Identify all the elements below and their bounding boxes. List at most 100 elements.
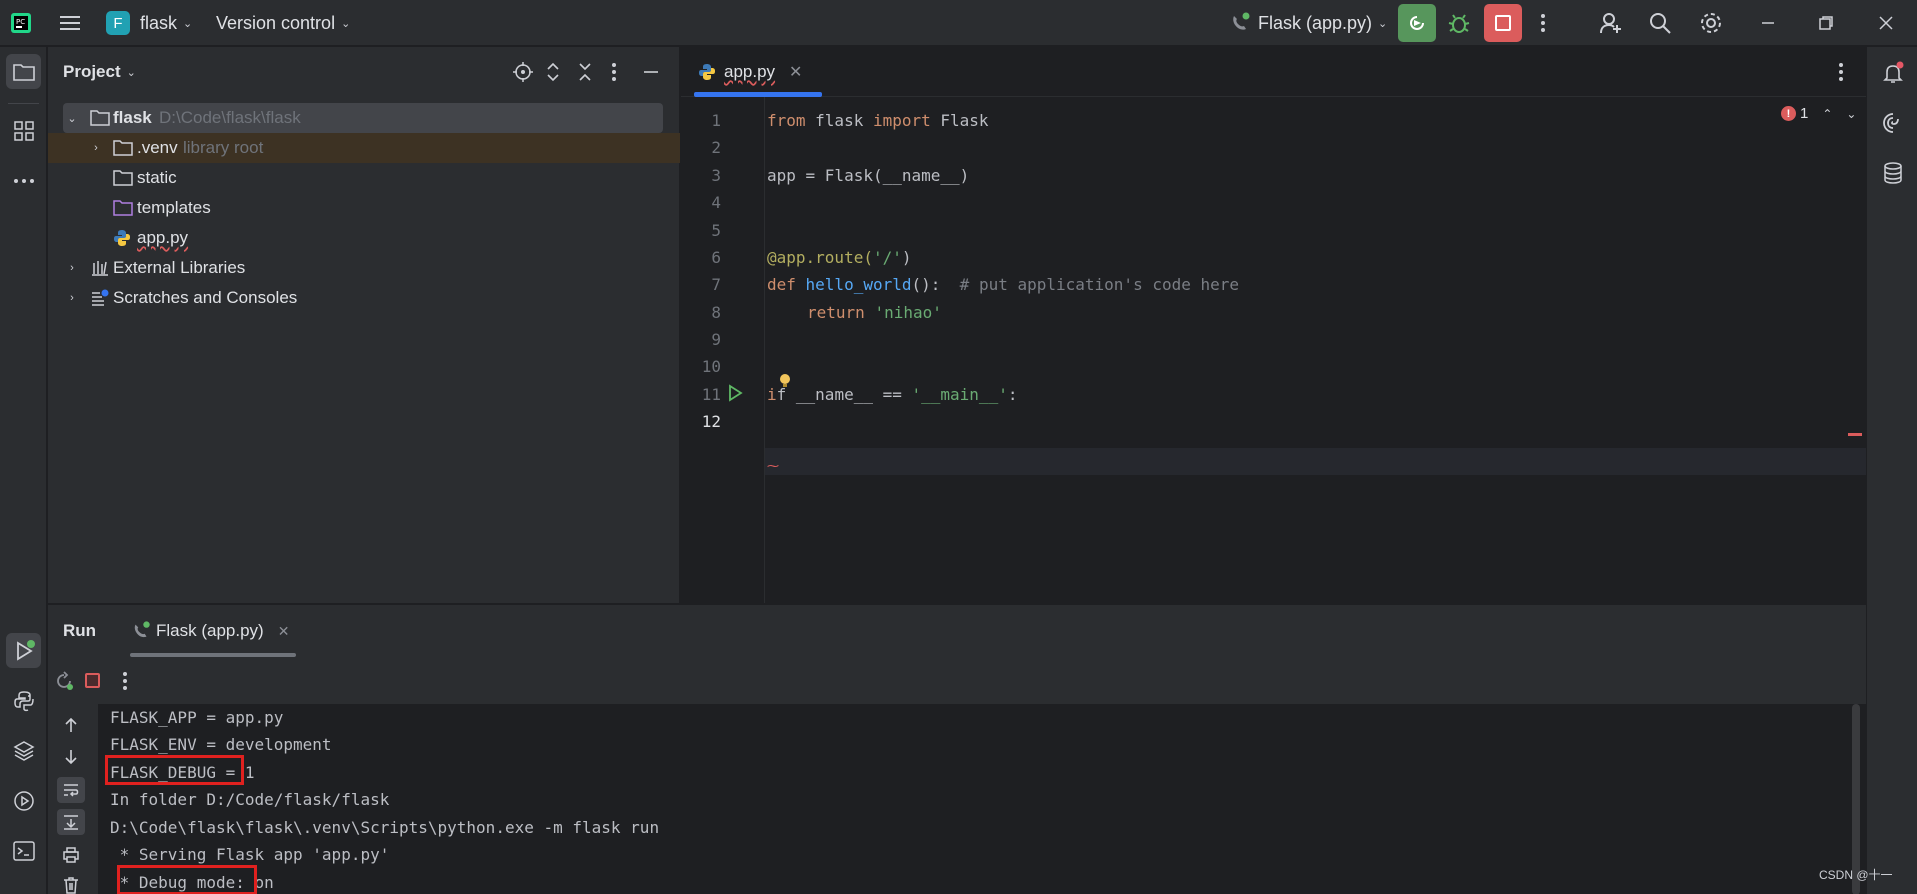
next-problem-icon[interactable]: ⌄ [1846, 107, 1856, 121]
tree-item-venv[interactable]: › .venv library root [48, 133, 680, 163]
locate-file-icon[interactable] [512, 61, 534, 88]
tree-item-flask[interactable]: ⌄ flask D:\Code\flask\flask [48, 103, 680, 133]
code-line-1[interactable]: from flask import Flask [767, 111, 989, 130]
close-window-icon[interactable] [1878, 0, 1894, 46]
tree-item-external-libraries[interactable]: › External Libraries [48, 253, 680, 283]
debug-button[interactable] [1446, 0, 1472, 46]
minimize-icon[interactable] [1760, 0, 1776, 46]
tab-options-icon[interactable] [1836, 61, 1846, 88]
project-switcher[interactable]: F flask ⌄ [106, 0, 192, 46]
vcs-label: Version control [216, 12, 336, 33]
right-tool-stripe [1866, 47, 1917, 894]
chevron-down-icon: ⌄ [341, 17, 351, 30]
settings-gear-icon[interactable] [1698, 0, 1724, 46]
chevron-right-icon[interactable]: › [64, 292, 80, 304]
run-panel-header: Run Flask (app.py) ✕ [48, 605, 1866, 657]
line-number: 10 [701, 357, 721, 376]
database-icon[interactable] [1875, 155, 1910, 190]
run-tab-flask[interactable]: Flask (app.py) ✕ [130, 605, 289, 657]
project-badge: F [106, 11, 130, 35]
code-token: from [767, 111, 806, 130]
console-line: FLASK_ENV = development [110, 735, 332, 754]
tree-item-scratches[interactable]: › Scratches and Consoles [48, 283, 680, 313]
code-token: '/' [872, 248, 902, 267]
chevron-right-icon[interactable]: › [88, 142, 104, 154]
soft-wrap-icon[interactable] [57, 777, 85, 803]
code-line-6[interactable]: @app.route('/') [767, 248, 912, 267]
tree-item-label: External Libraries [113, 258, 246, 277]
tree-item-label: .venv [137, 138, 178, 157]
restore-icon[interactable] [1818, 0, 1834, 46]
tree-item-static[interactable]: static [48, 163, 680, 193]
line-number: 9 [711, 330, 721, 349]
search-icon[interactable] [1648, 0, 1672, 46]
code-line-8[interactable]: return 'nihao' [807, 303, 942, 322]
intention-bulb-icon[interactable] [778, 373, 792, 394]
rerun-button[interactable] [1398, 0, 1436, 46]
line-number: 1 [711, 111, 721, 130]
rerun-icon[interactable] [54, 671, 74, 696]
pycharm-logo-icon[interactable]: PC [10, 0, 32, 46]
tree-item-templates[interactable]: templates [48, 193, 680, 223]
ai-assistant-icon[interactable] [1875, 105, 1910, 140]
main-menu-icon[interactable] [58, 0, 82, 46]
chevron-right-icon[interactable]: › [64, 262, 80, 274]
project-panel-title[interactable]: Project [63, 62, 121, 82]
code-line-11[interactable]: if __name__ == '__main__': [767, 385, 1017, 404]
chevron-down-icon[interactable]: ⌄ [127, 66, 136, 79]
editor-tab-app-py[interactable]: app.py ✕ [694, 47, 822, 97]
run-gutter-icon[interactable] [726, 384, 744, 407]
arrow-up-icon[interactable] [63, 716, 79, 739]
close-tab-icon[interactable]: ✕ [789, 62, 802, 82]
more-tools-icon[interactable] [6, 163, 41, 198]
arrow-down-icon[interactable] [63, 748, 79, 771]
vcs-widget[interactable]: Version control ⌄ [216, 0, 350, 46]
run-config-selector[interactable]: Flask (app.py) ⌄ [1228, 0, 1387, 46]
more-actions-icon[interactable] [120, 670, 130, 697]
python-console-icon[interactable] [6, 683, 41, 718]
code-line-3[interactable]: app = Flask(__name__) [767, 166, 969, 185]
error-icon: ! [1781, 106, 1796, 121]
close-tab-icon[interactable]: ✕ [278, 623, 290, 640]
error-squiggle: ⁓ [767, 459, 779, 473]
tree-item-label: app.py [137, 228, 189, 247]
hide-panel-icon[interactable] [642, 61, 660, 88]
tree-item-app-py[interactable]: app.py [48, 223, 680, 253]
project-tool-icon[interactable] [6, 54, 41, 89]
services-icon[interactable] [6, 783, 41, 818]
scroll-to-end-icon[interactable] [57, 809, 85, 835]
run-tab-label: Flask (app.py) [156, 621, 264, 640]
templates-folder-icon [113, 199, 133, 222]
structure-tool-icon[interactable] [6, 113, 41, 148]
line-number: 7 [711, 275, 721, 294]
expand-all-icon[interactable] [544, 61, 562, 88]
error-stripe-mark[interactable] [1848, 433, 1862, 436]
console-line: D:\Code\flask\flask\.venv\Scripts\python… [110, 818, 660, 837]
run-console[interactable]: FLASK_APP = app.py FLASK_ENV = developme… [98, 704, 1866, 894]
stop-button[interactable] [1484, 0, 1522, 46]
more-actions-icon[interactable] [1536, 0, 1550, 46]
run-tool-icon[interactable] [6, 633, 41, 668]
previous-problem-icon[interactable]: ⌃ [1822, 107, 1832, 121]
line-number: 11 [701, 385, 721, 404]
stripe-divider [8, 103, 39, 104]
collapse-all-icon[interactable] [576, 61, 594, 88]
chevron-down-icon[interactable]: ⌄ [64, 112, 80, 125]
tree-item-label: Scratches and Consoles [113, 288, 298, 307]
code-line-7[interactable]: def hello_world(): # put application's c… [767, 275, 1239, 294]
python-file-icon [698, 63, 716, 81]
add-user-icon[interactable] [1598, 0, 1624, 46]
title-bar: PC F flask ⌄ Version control ⌄ Flask (ap… [0, 0, 1917, 46]
code-token: hello_world [805, 275, 912, 294]
folder-icon [113, 139, 133, 162]
clear-trash-icon[interactable] [62, 876, 80, 894]
print-icon[interactable] [62, 846, 80, 869]
tree-item-hint: library root [183, 138, 264, 157]
python-packages-icon[interactable] [6, 733, 41, 768]
options-icon[interactable] [609, 61, 619, 88]
code-token: def [767, 275, 806, 294]
terminal-icon[interactable] [6, 833, 41, 868]
notifications-bell-icon[interactable] [1875, 55, 1910, 90]
stop-icon[interactable] [85, 673, 100, 688]
inspection-widget[interactable]: ! 1 ⌃ ⌄ [1781, 105, 1856, 122]
